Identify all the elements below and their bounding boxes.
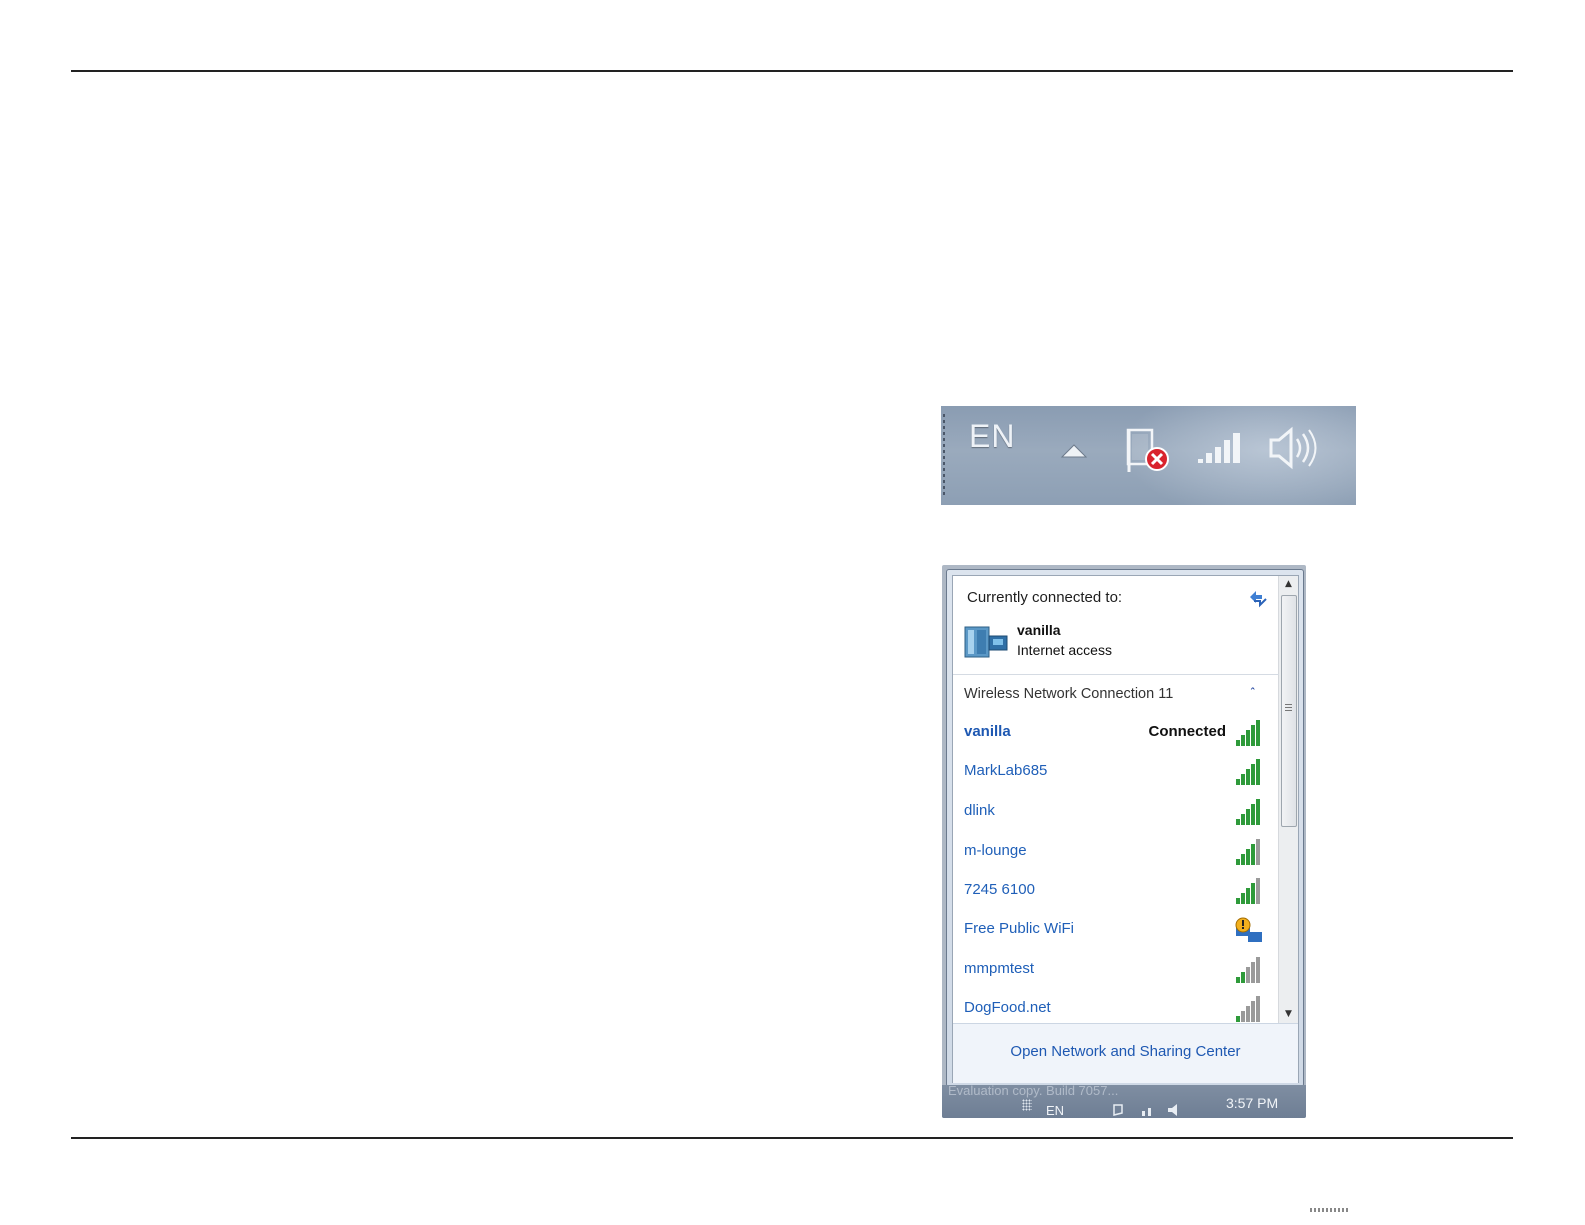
signal-bars-icon (1236, 759, 1260, 785)
signal-bar (1256, 957, 1260, 983)
evaluation-watermark: Evaluation copy. Build 7057... (948, 1085, 1119, 1098)
signal-bar (1241, 1011, 1245, 1022)
system-tray: EN (941, 406, 1356, 505)
network-name: m-lounge (964, 842, 1027, 859)
taskbar-clock[interactable]: 3:57 PM (1226, 1095, 1278, 1111)
scroll-down-arrow[interactable]: ▼ (1279, 1006, 1298, 1023)
flyout-body: ▲ ▼ Currently connected to: vanilla Inte… (952, 575, 1299, 1083)
signal-bars-icon (1236, 720, 1260, 746)
signal-bar (1251, 883, 1255, 904)
signal-bars-icon (1236, 878, 1260, 904)
signal-bar (1236, 779, 1240, 785)
network-item[interactable]: vanilla Connected (953, 714, 1279, 754)
signal-bar (1246, 1006, 1250, 1022)
refresh-icon[interactable] (1247, 588, 1269, 608)
signal-bar (1236, 977, 1240, 983)
signal-bar (1236, 898, 1240, 904)
signal-bar (1251, 962, 1255, 983)
signal-bar (1246, 849, 1250, 865)
tray-grip[interactable] (943, 414, 945, 498)
network-item[interactable]: Free Public WiFi (953, 911, 1279, 951)
signal-bar (1256, 878, 1260, 904)
signal-bar (1246, 730, 1250, 746)
signal-bars-icon (1236, 957, 1260, 983)
network-name: vanilla (964, 723, 1011, 740)
network-name: Free Public WiFi (964, 920, 1075, 937)
action-center-flag-error-icon[interactable] (1123, 426, 1175, 478)
signal-bar (1251, 764, 1255, 785)
network-computer-icon (964, 626, 1008, 658)
network-item[interactable]: mmpmtest (953, 951, 1279, 991)
network-name: 7245 6100 (964, 881, 1035, 898)
signal-bar (1241, 735, 1245, 746)
signal-bar (1241, 814, 1245, 825)
signal-bar (1236, 819, 1240, 825)
top-rule (71, 70, 1513, 72)
signal-bar (1246, 967, 1250, 983)
taskbar-strip: Evaluation copy. Build 7057... EN 3:57 P… (942, 1085, 1306, 1118)
taskbar-grip[interactable] (1022, 1099, 1032, 1111)
language-indicator[interactable]: EN (969, 418, 1015, 455)
taskbar-tray-icons (1113, 1104, 1177, 1116)
separator (953, 674, 1279, 675)
taskbar-language[interactable]: EN (1046, 1103, 1064, 1118)
bottom-rule (71, 1137, 1513, 1139)
network-item[interactable]: dlink (953, 793, 1279, 833)
network-name: dlink (964, 802, 995, 819)
signal-bar (1246, 769, 1250, 785)
signal-bar (1246, 809, 1250, 825)
connection-group-label[interactable]: Wireless Network Connection 11 (964, 686, 1173, 702)
signal-bars-icon (1236, 799, 1260, 825)
signal-bar (1251, 844, 1255, 865)
current-network-status: Internet access (1017, 642, 1112, 658)
network-status: Connected (1148, 723, 1226, 740)
signal-bar (1256, 720, 1260, 746)
network-flyout: ▲ ▼ Currently connected to: vanilla Inte… (942, 565, 1306, 1118)
page-mark (1310, 1208, 1350, 1212)
network-list: vanilla Connected MarkLab685 dlink m-lou… (953, 714, 1279, 1023)
adhoc-network-warning-icon (1235, 917, 1262, 942)
scroll-thumb[interactable] (1281, 595, 1297, 827)
volume-icon[interactable] (1267, 426, 1319, 470)
show-hidden-icons-arrow[interactable] (1059, 442, 1089, 460)
network-name: mmpmtest (964, 960, 1035, 977)
flyout-frame: ▲ ▼ Currently connected to: vanilla Inte… (946, 569, 1304, 1087)
signal-bar (1241, 854, 1245, 865)
network-item[interactable]: 7245 6100 (953, 872, 1279, 912)
network-item[interactable]: DogFood.net (953, 990, 1279, 1023)
signal-bars-icon (1236, 996, 1260, 1022)
flyout-footer: Open Network and Sharing Center (953, 1023, 1298, 1083)
signal-bar (1241, 893, 1245, 904)
network-name: DogFood.net (964, 999, 1051, 1016)
signal-bar (1256, 759, 1260, 785)
signal-bar (1236, 859, 1240, 865)
signal-bar (1241, 774, 1245, 785)
chevron-up-icon[interactable]: ˆ (1250, 686, 1256, 699)
signal-bar (1256, 799, 1260, 825)
network-item[interactable]: m-lounge (953, 833, 1279, 873)
signal-bar (1246, 888, 1250, 904)
wireless-signal-icon[interactable] (1195, 430, 1247, 466)
signal-bar (1256, 996, 1260, 1022)
current-network-name: vanilla (1017, 622, 1061, 638)
network-name: MarkLab685 (964, 762, 1048, 779)
scrollbar[interactable]: ▲ ▼ (1278, 576, 1298, 1023)
signal-bar (1236, 1016, 1240, 1022)
signal-bar (1251, 1001, 1255, 1022)
signal-bar (1241, 972, 1245, 983)
signal-bar (1256, 839, 1260, 865)
signal-bar (1236, 740, 1240, 746)
signal-bar (1251, 725, 1255, 746)
open-network-sharing-center-link[interactable]: Open Network and Sharing Center (953, 1043, 1298, 1060)
network-item[interactable]: MarkLab685 (953, 753, 1279, 793)
signal-bars-icon (1236, 839, 1260, 865)
scroll-up-arrow[interactable]: ▲ (1279, 576, 1298, 593)
signal-bar (1251, 804, 1255, 825)
currently-connected-label: Currently connected to: (967, 589, 1123, 606)
